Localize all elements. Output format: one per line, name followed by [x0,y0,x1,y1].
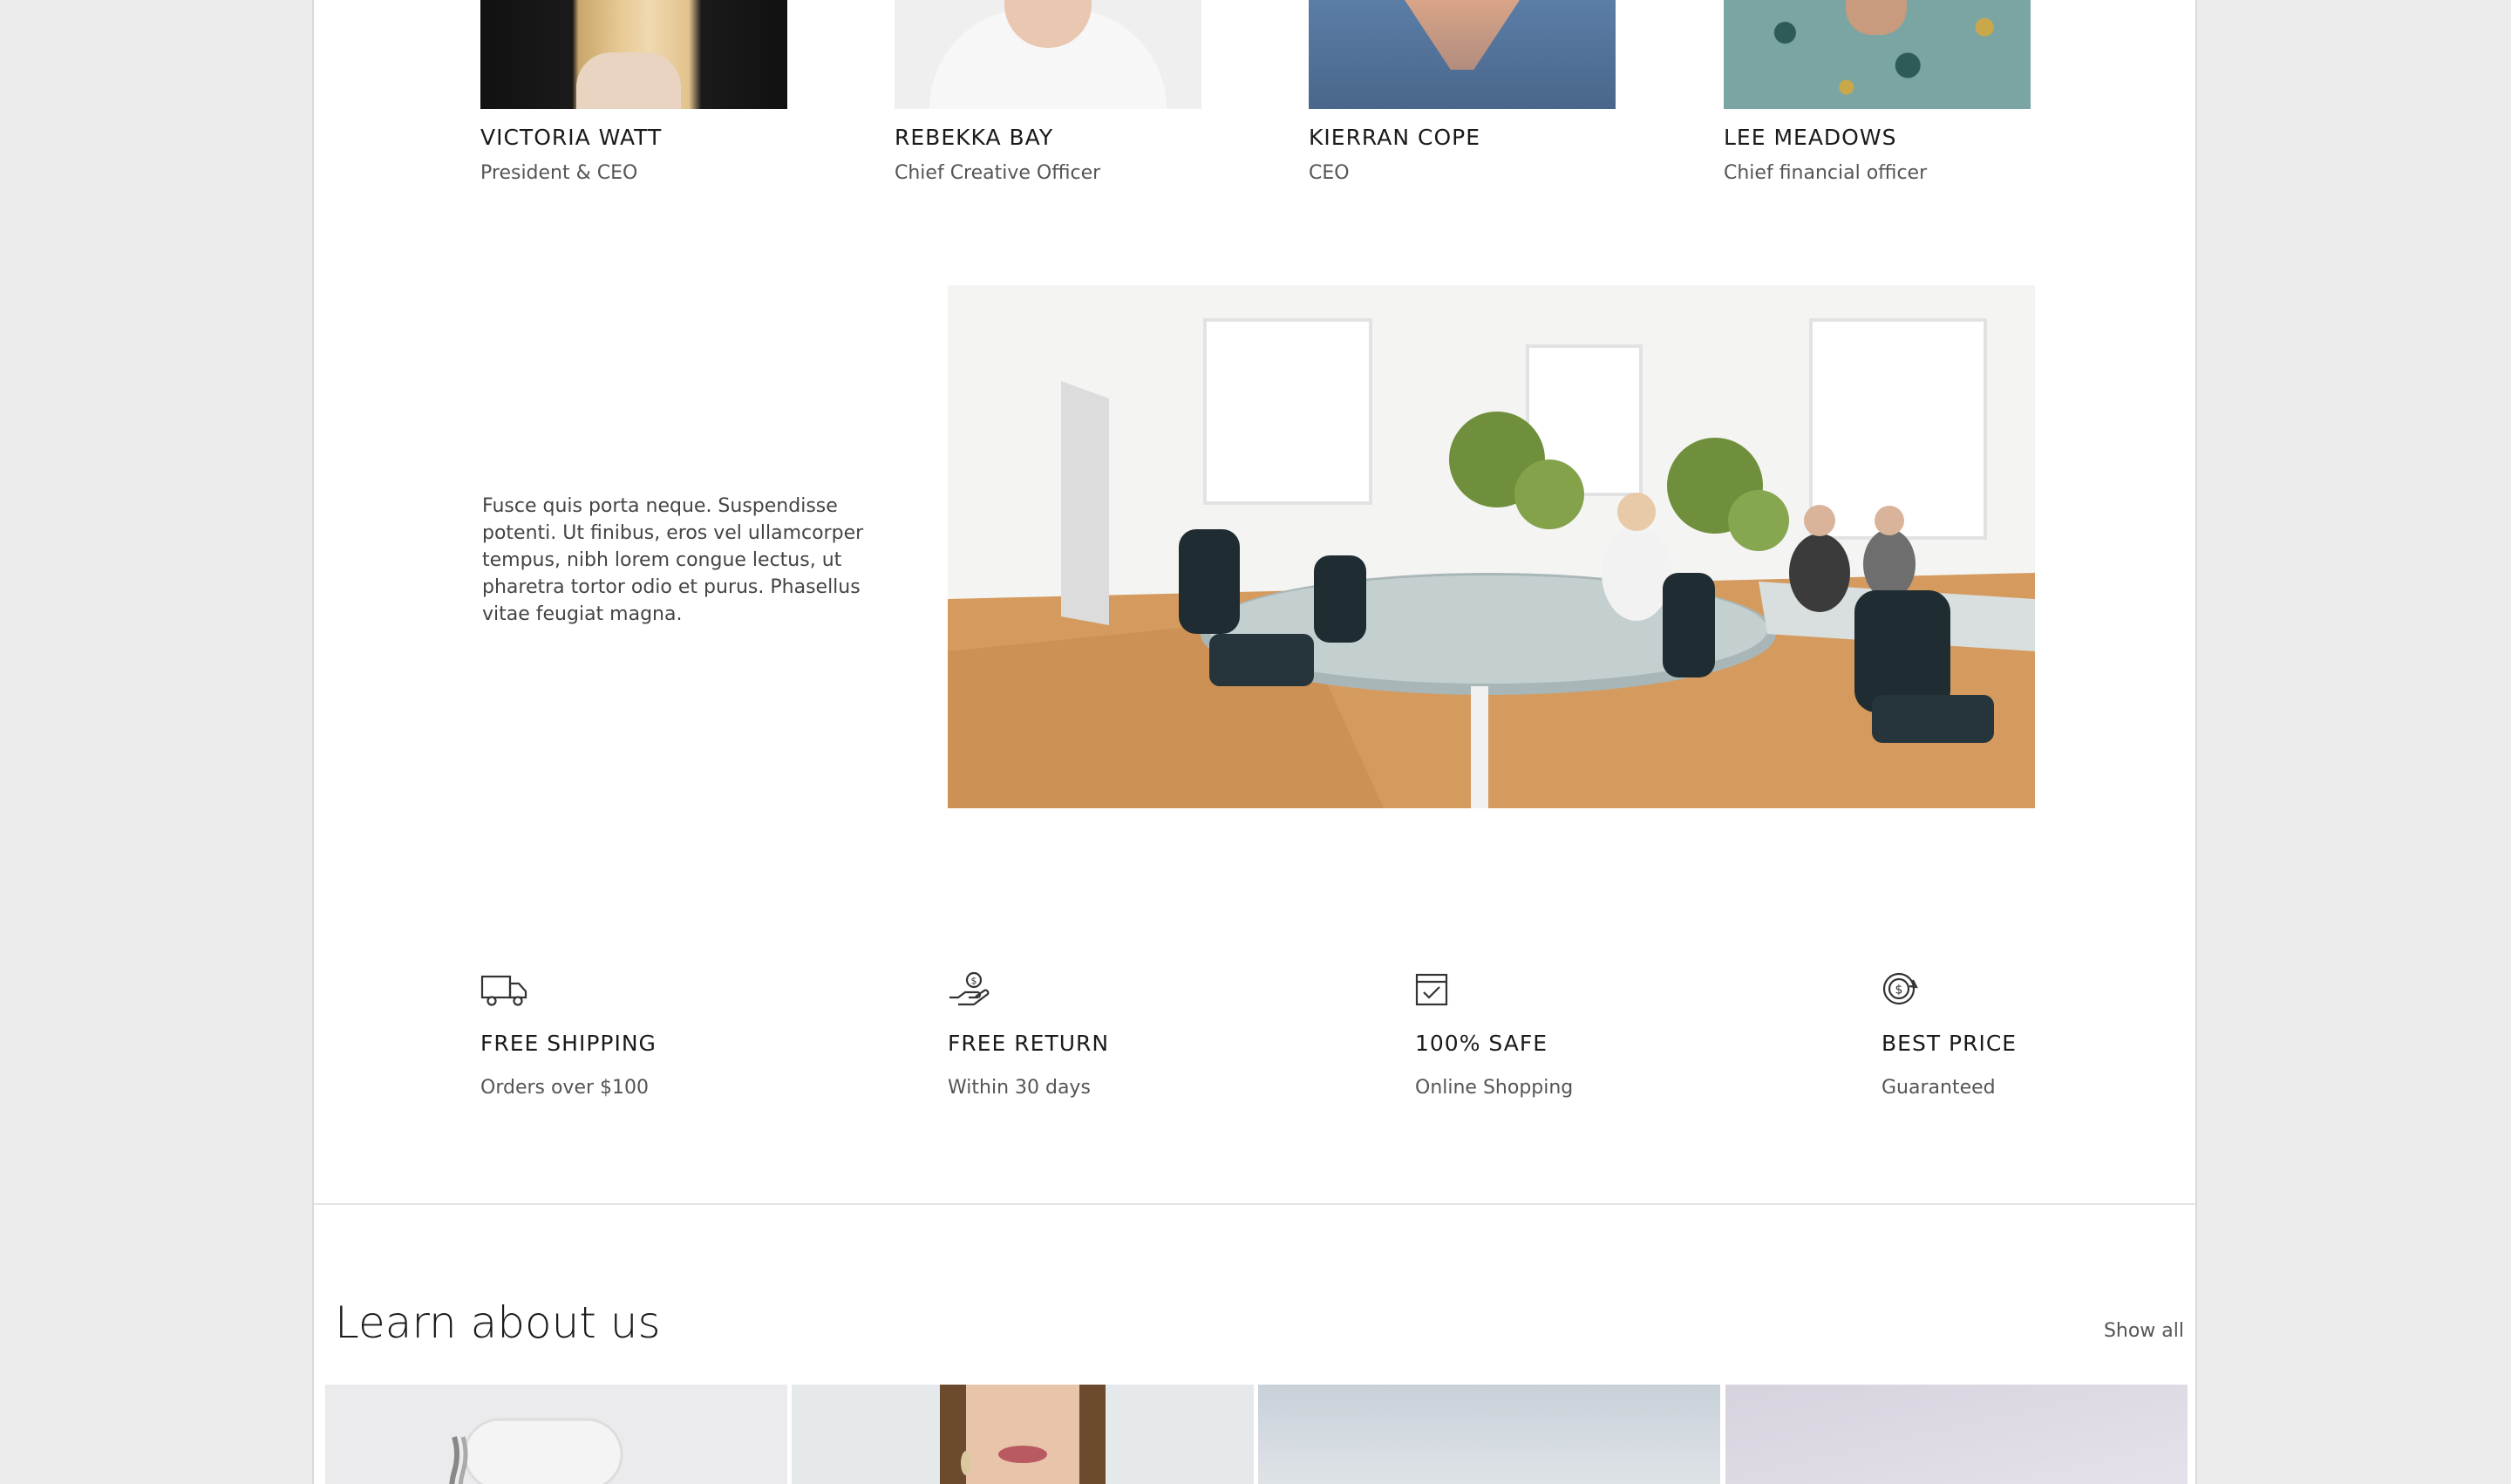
feature-price: $ BEST PRICE Guaranteed [1882,971,2195,1099]
team-member-card: LEE MEADOWS Chief financial officer [1724,0,2031,184]
dollar-cycle-icon: $ [1882,971,1930,1011]
feature-safe: 100% SAFE Online Shopping [1415,971,1781,1099]
truck-icon [480,971,529,1011]
feature-subtitle: Orders over $100 [480,1077,650,1099]
member-photo [1724,0,2031,109]
feature-title: 100% SAFE [1415,1031,1548,1056]
team-member-card: KIERRAN COPE CEO [1309,0,1616,184]
feature-return: $ FREE RETURN Within 30 days [948,971,1314,1099]
member-photo [480,0,787,109]
member-role: CEO [1309,162,1350,184]
learn-card[interactable] [325,1385,787,1484]
svg-text:$: $ [971,976,977,987]
feature-title: BEST PRICE [1882,1031,2018,1056]
intro-paragraph: Fusce quis porta neque. Suspendisse pote… [482,495,864,625]
member-name: LEE MEADOWS [1724,125,1897,150]
feature-subtitle: Within 30 days [948,1077,1091,1099]
section-title: Learn about us [335,1297,661,1348]
feature-subtitle: Guaranteed [1882,1077,1996,1099]
member-role: Chief financial officer [1724,162,1928,184]
member-name: VICTORIA WATT [480,125,663,150]
member-role: President & CEO [480,162,638,184]
member-name: REBEKKA BAY [895,125,1054,150]
svg-text:$: $ [1895,984,1903,997]
page-container: VICTORIA WATT President & CEO REBEKKA BA… [312,0,2197,1484]
member-name: KIERRAN COPE [1309,125,1481,150]
hand-coin-icon: $ [948,971,997,1011]
member-photo [895,0,1201,109]
feature-subtitle: Online Shopping [1415,1077,1574,1099]
learn-card[interactable] [792,1385,1254,1484]
calendar-check-icon [1415,971,1464,1011]
learn-card[interactable] [1725,1385,2188,1484]
show-all-link[interactable]: Show all [2104,1320,2184,1342]
feature-title: FREE SHIPPING [480,1031,657,1056]
section-divider [314,1203,2195,1205]
feature-title: FREE RETURN [948,1031,1110,1056]
team-member-card: VICTORIA WATT President & CEO [480,0,787,184]
office-image [948,285,2035,808]
learn-card[interactable] [1258,1385,1720,1484]
team-member-card: REBEKKA BAY Chief Creative Officer [895,0,1201,184]
feature-shipping: FREE SHIPPING Orders over $100 [480,971,847,1099]
member-photo [1309,0,1616,109]
member-role: Chief Creative Officer [895,162,1101,184]
